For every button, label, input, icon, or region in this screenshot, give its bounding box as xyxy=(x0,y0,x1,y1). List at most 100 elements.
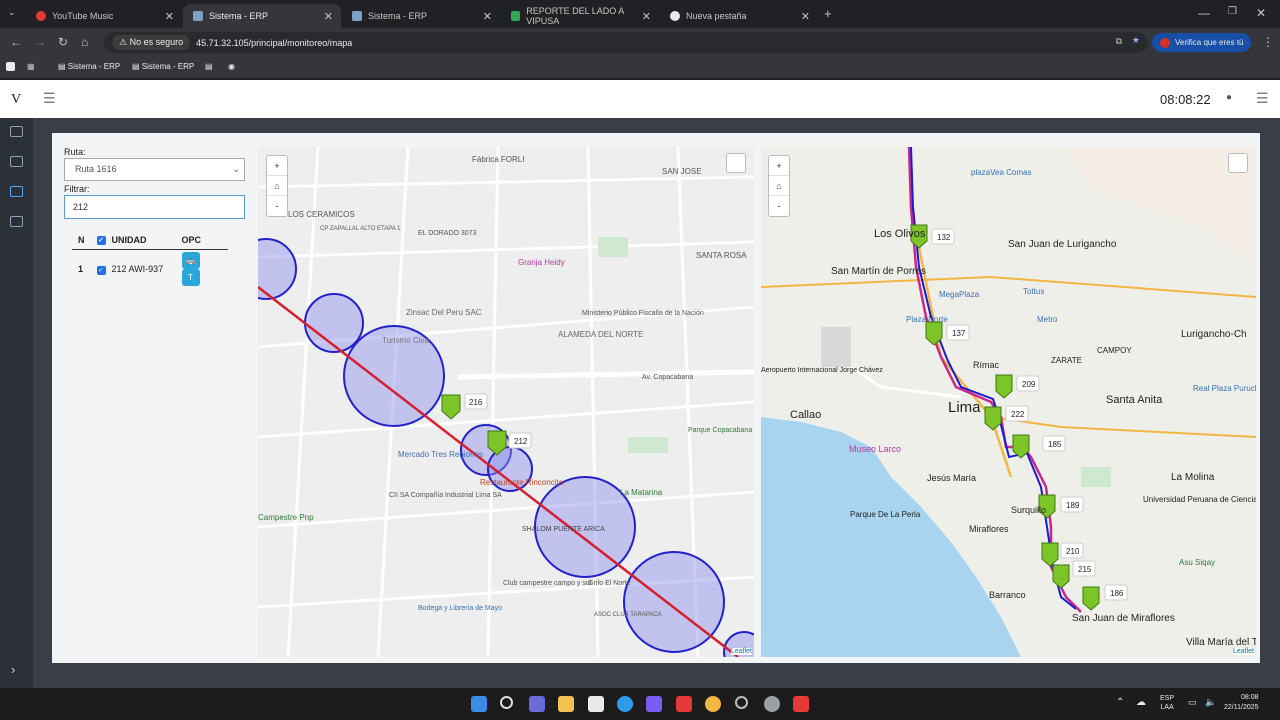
bookmark-erp-icon[interactable]: ▤ xyxy=(205,62,213,71)
maximize-icon[interactable]: ❐ xyxy=(1228,6,1237,17)
erp-icon xyxy=(193,11,203,21)
zoom-out-button[interactable]: - xyxy=(267,196,287,216)
minimize-icon[interactable]: — xyxy=(1198,6,1210,20)
app-icon[interactable] xyxy=(793,696,809,712)
zoom-out-button[interactable]: - xyxy=(769,196,789,216)
close-icon[interactable]: ✕ xyxy=(483,10,492,23)
reload-icon[interactable]: ↻ xyxy=(58,35,68,49)
map-left[interactable]: 216 212 Fábrica FORLI SAN JOSE LOS CERAM… xyxy=(258,147,754,657)
tab-search-icon[interactable]: ⌄ xyxy=(8,7,16,18)
map-label: Campestre Pnp xyxy=(258,513,314,522)
unit-marker-label: 137 xyxy=(952,329,966,338)
briefcase-icon[interactable] xyxy=(10,216,23,227)
chevron-down-icon: ⌄ xyxy=(232,164,240,174)
tray-chevron-icon[interactable]: ⌃ xyxy=(1116,697,1124,708)
bookmark-globe-icon[interactable]: ◉ xyxy=(228,62,235,71)
search-icon[interactable] xyxy=(500,696,513,709)
clock-tray[interactable]: 08:08 22/11/2025 xyxy=(1224,693,1259,713)
table-header-row: N ✓ UNIDAD OPC xyxy=(72,230,228,250)
expand-sidebar-icon[interactable]: › xyxy=(11,662,15,677)
url-bar[interactable]: ⚠ No es seguro 45.71.32.105/principal/mo… xyxy=(104,32,1148,53)
row-t-button[interactable]: T xyxy=(181,269,200,286)
row-checkbox[interactable]: ✓ xyxy=(96,265,106,275)
profile-verify-button[interactable]: Verifica que eres tú xyxy=(1152,33,1252,52)
tab-nueva-pestana[interactable]: Nueva pestaña ✕ xyxy=(660,4,818,28)
locate-bus-button[interactable]: 🚌 xyxy=(181,252,200,269)
cloud-icon[interactable]: ☁ xyxy=(1136,697,1146,708)
settings-icon[interactable] xyxy=(764,696,780,712)
chrome-icon[interactable] xyxy=(705,696,721,712)
tab-reporte[interactable]: REPORTE DEL LADO A VIPUSA ✕ xyxy=(501,4,659,28)
app-icon[interactable] xyxy=(735,696,748,709)
tab-sistema-erp-active[interactable]: Sistema - ERP ✕ xyxy=(183,4,341,28)
map-label: Club campestre campo y sol xyxy=(503,580,592,587)
menu-kebab-icon[interactable]: ⋮ xyxy=(1262,35,1274,49)
forward-icon[interactable]: → xyxy=(34,35,46,49)
map-label: ALAMEDA DEL NORTE xyxy=(558,330,643,339)
close-icon[interactable]: ✕ xyxy=(801,10,810,23)
layer-toggle-button[interactable] xyxy=(1228,153,1248,173)
start-icon[interactable] xyxy=(471,696,487,712)
edge-icon[interactable] xyxy=(617,696,633,712)
map-right-canvas[interactable]: 132 137 209 222 185 189 210 215 186 Los … xyxy=(761,147,1256,657)
map-right[interactable]: 132 137 209 222 185 189 210 215 186 Los … xyxy=(761,147,1256,657)
briefcase-icon[interactable] xyxy=(10,156,23,167)
tab-youtube-music[interactable]: YouTube Music ✕ xyxy=(26,4,182,28)
home-icon[interactable]: ⌂ xyxy=(81,35,88,49)
close-window-icon[interactable]: ✕ xyxy=(1256,6,1266,20)
user-icon[interactable]: ● xyxy=(1226,92,1232,103)
tab-sistema-erp[interactable]: Sistema - ERP ✕ xyxy=(342,4,500,28)
home-button[interactable]: ⌂ xyxy=(267,176,287,196)
bookmark-sistema-erp-2[interactable]: ▤ Sistema - ERP xyxy=(132,62,194,71)
options-menu-icon[interactable]: ☰ xyxy=(1256,90,1269,107)
copilot-icon[interactable] xyxy=(646,696,662,712)
map-label: Asu Siqay xyxy=(1179,558,1215,567)
tray-date: 22/11/2025 xyxy=(1224,704,1259,711)
unit-marker-label: 222 xyxy=(1011,410,1025,419)
bookmark-star-icon[interactable]: ★ xyxy=(1132,35,1140,46)
new-tab-icon[interactable]: + xyxy=(824,6,832,21)
briefcase-icon-active[interactable] xyxy=(10,186,23,197)
layer-toggle-button[interactable] xyxy=(726,153,746,173)
translate-icon[interactable]: ⧉ xyxy=(1116,36,1122,47)
map-label: SHALOM PUENTE ARICA xyxy=(522,526,605,533)
table-row[interactable]: 1 ✓ 212 AWI-937 🚌T xyxy=(72,250,228,289)
map-label: Metro xyxy=(1037,315,1058,324)
hamburger-menu-icon[interactable]: ☰ xyxy=(43,90,56,107)
avatar xyxy=(1160,37,1170,48)
language-indicator[interactable]: ESP LAA xyxy=(1160,694,1174,712)
apps-grid-icon[interactable]: ▦ xyxy=(27,62,35,71)
close-icon[interactable]: ✕ xyxy=(642,10,651,23)
teams-icon[interactable] xyxy=(529,696,545,712)
map-label: Santa Anita xyxy=(1106,394,1163,406)
tab-title: REPORTE DEL LADO A VIPUSA xyxy=(526,6,624,26)
security-chip[interactable]: ⚠ No es seguro xyxy=(112,35,191,50)
map-label: plazaVea Comas xyxy=(971,168,1031,177)
close-icon[interactable]: ✕ xyxy=(324,10,333,23)
map-label: Surquillo xyxy=(1011,505,1046,515)
filter-input[interactable]: 212 xyxy=(64,195,245,219)
bookmark-label: Sistema - ERP xyxy=(141,62,195,71)
briefcase-icon[interactable] xyxy=(10,126,23,137)
store-icon[interactable] xyxy=(588,696,604,712)
app-icon[interactable] xyxy=(676,696,692,712)
back-icon[interactable]: ← xyxy=(10,35,22,49)
unit-212-label: 212 xyxy=(514,437,528,446)
close-icon[interactable]: ✕ xyxy=(165,10,174,23)
page-icon[interactable] xyxy=(6,62,15,71)
network-icon[interactable]: ▭ xyxy=(1188,697,1197,708)
file-explorer-icon[interactable] xyxy=(558,696,574,712)
home-button[interactable]: ⌂ xyxy=(769,176,789,196)
zoom-in-button[interactable]: + xyxy=(769,156,789,176)
bookmark-sistema-erp-1[interactable]: ▤ Sistema - ERP xyxy=(58,62,120,71)
leaflet-attribution[interactable]: Leaflet xyxy=(730,648,752,655)
route-select[interactable]: Ruta 1616 ⌄ xyxy=(64,158,245,181)
map-label: LOS CERAMICOS xyxy=(288,210,355,219)
select-all-checkbox[interactable]: ✓ xyxy=(96,236,106,245)
leaflet-attribution[interactable]: Leaflet xyxy=(1232,648,1254,655)
windows-taskbar: ⌃ ☁ ESP LAA ▭ 🔈 08:08 22/11/2025 xyxy=(0,688,1280,720)
map-label: Barranco xyxy=(989,590,1026,600)
zoom-in-button[interactable]: + xyxy=(267,156,287,176)
volume-icon[interactable]: 🔈 xyxy=(1205,697,1216,708)
map-left-canvas[interactable]: 216 212 Fábrica FORLI SAN JOSE LOS CERAM… xyxy=(258,147,754,657)
